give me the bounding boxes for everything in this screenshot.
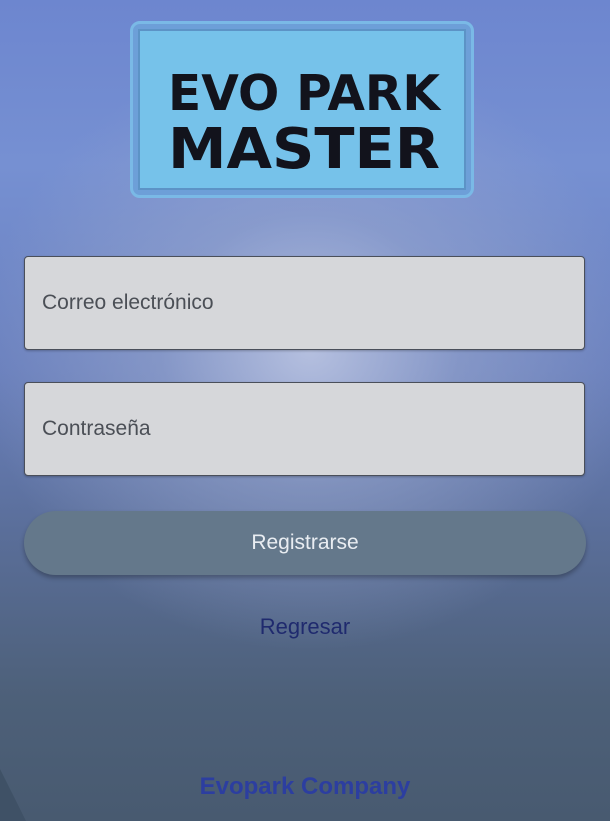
register-button[interactable]: Registrarse [24, 511, 586, 575]
app-logo: EVO PARK MASTER [130, 21, 474, 198]
back-link[interactable]: Regresar [0, 614, 610, 640]
logo-line-2: MASTER [168, 117, 440, 182]
logo-line-1: EVO PARK [168, 65, 442, 122]
email-input[interactable] [25, 257, 584, 349]
password-input[interactable] [25, 383, 584, 475]
password-field[interactable] [24, 382, 585, 476]
logo-wordmark: EVO PARK MASTER [168, 65, 442, 182]
footer-company-name: Evopark Company [199, 773, 411, 800]
logo-panel: EVO PARK MASTER [138, 29, 466, 190]
email-field[interactable] [24, 256, 585, 350]
